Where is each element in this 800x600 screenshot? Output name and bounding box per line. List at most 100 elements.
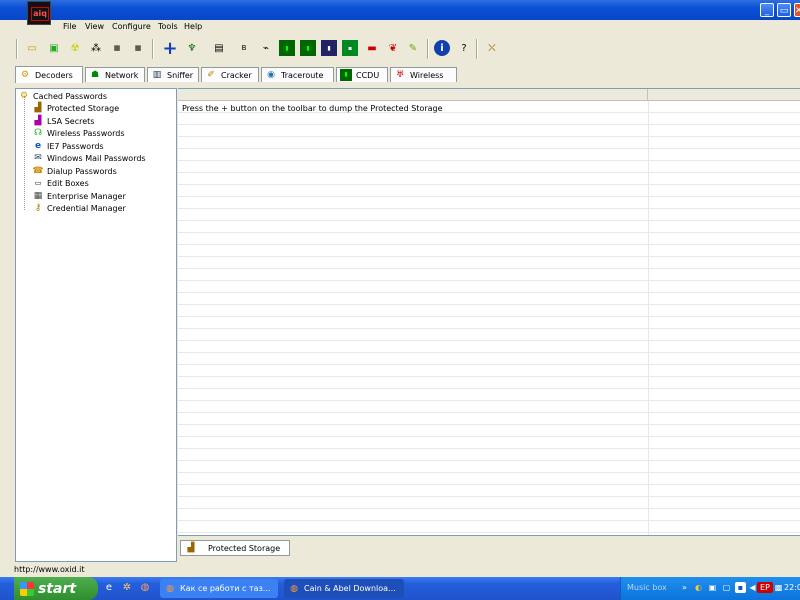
toolbar: ▭ ▣ ☢ ⁂ ▦ ▦ + ♆ ▤ B ⌁ ▮ ▮ ▮ ▪ ▬ ❦ ✎ i ? … (0, 36, 800, 62)
tray-security-icon[interactable]: ▩ (773, 582, 784, 593)
bottom-tab-strip: ▟ Protected Storage (178, 535, 800, 562)
quicklaunch-ie-icon[interactable]: e (102, 581, 116, 595)
tray-language[interactable]: EP (757, 582, 773, 593)
tree-item-label: Cached Passwords (33, 91, 108, 101)
cracker-icon: ✐ (207, 70, 215, 80)
results-list[interactable]: Press the + button on the toolbar to dum… (178, 88, 800, 535)
tray-app-icon[interactable]: ▪ (735, 582, 746, 593)
edit-boxes-icon: ▭ (34, 178, 42, 187)
lsa-icon[interactable]: ▮ (300, 40, 316, 56)
menu-configure[interactable]: Configure (112, 22, 151, 31)
hash-icon-2[interactable]: ▦ (130, 40, 146, 56)
minimize-button[interactable]: _ (760, 3, 774, 17)
tab-cracker[interactable]: ✐ Cracker (201, 67, 259, 82)
start-label: start (38, 580, 77, 597)
taskbar-item-cain[interactable]: ◍ Cain & Abel Downloa... (284, 579, 404, 598)
tab-label: Sniffer (167, 70, 194, 80)
rsa-icon[interactable]: ▮ (279, 40, 295, 56)
tray-monitor-icon[interactable]: ▣ (707, 582, 718, 593)
tree-item-credential-manager[interactable]: ⚷ Credential Manager (32, 202, 126, 214)
tree-item-label: Wireless Passwords (47, 128, 125, 138)
tray-chevron-icon[interactable]: » (679, 582, 690, 593)
traceroute-icon: ◉ (267, 70, 275, 80)
decoder-icon[interactable]: ♆ (184, 40, 200, 56)
tray-display-icon[interactable]: ▢ (721, 582, 732, 593)
credential-manager-icon: ⚷ (34, 202, 42, 213)
tree-item-wireless-passwords[interactable]: ☊ Wireless Passwords (32, 127, 125, 139)
dialup-icon: ☎ (32, 165, 44, 176)
taskbar-item-forum[interactable]: ◍ Как се работи с таз... (160, 579, 278, 598)
column-header-1[interactable] (178, 89, 648, 100)
tab-label: Wireless (410, 70, 444, 80)
vnc-icon[interactable]: ✎ (405, 40, 421, 56)
column-divider (648, 101, 649, 535)
tree-item-edit-boxes[interactable]: ▭ Edit Boxes (32, 177, 89, 189)
tab-label: Traceroute (281, 70, 324, 80)
quicklaunch-media-icon[interactable]: ✲ (120, 581, 134, 595)
column-header-2[interactable] (648, 89, 800, 100)
tab-wireless[interactable]: ♅ Wireless (390, 67, 457, 82)
add-icon[interactable]: + (162, 38, 178, 59)
dll-icon[interactable]: ▤ (211, 40, 227, 56)
hash-icon[interactable]: ▦ (109, 40, 125, 56)
tab-decoders[interactable]: ⚙ Decoders (15, 66, 83, 83)
sniffer-start-icon[interactable]: ▣ (46, 40, 62, 56)
tab-traceroute[interactable]: ◉ Traceroute (261, 67, 334, 82)
status-bar: http://www.oxid.it (0, 563, 800, 576)
close-button[interactable]: ✕ (794, 3, 800, 17)
wireless-passwords-icon: ☊ (34, 127, 42, 138)
sniffer-icon: ▥ (152, 70, 162, 80)
tree-item-label: LSA Secrets (47, 116, 95, 126)
tree-item-lsa-secrets[interactable]: ▟ LSA Secrets (32, 115, 95, 127)
tab-label: Network (105, 70, 139, 80)
maximize-button[interactable]: ▭ (777, 3, 791, 17)
tab-sniffer[interactable]: ▥ Sniffer (147, 67, 199, 82)
app-icon-text: aiq (31, 7, 49, 21)
ie7-icon: e (34, 140, 42, 151)
protected-storage-icon: ▟ (34, 102, 42, 113)
tab-label: Decoders (35, 70, 73, 80)
route-icon[interactable]: ⌁ (258, 40, 274, 56)
help-icon[interactable]: ? (456, 40, 472, 56)
tray-music-box[interactable]: Music box (627, 583, 667, 592)
tab-label: Protected Storage (208, 543, 281, 553)
b64-icon[interactable]: B (236, 40, 252, 56)
tree-item-windows-mail-passwords[interactable]: ✉ Windows Mail Passwords (32, 152, 146, 164)
folder-open-icon[interactable]: ▭ (24, 40, 40, 56)
tree-item-enterprise-manager[interactable]: ▦ Enterprise Manager (32, 190, 126, 202)
network-icon: ☗ (90, 70, 100, 80)
menu-help[interactable]: Help (184, 22, 202, 31)
quicklaunch-firefox-icon[interactable]: ◍ (138, 581, 152, 595)
tree-item-dialup-passwords[interactable]: ☎ Dialup Passwords (32, 165, 116, 177)
tree-item-label: Credential Manager (47, 203, 126, 213)
tree-item-label: Enterprise Manager (47, 191, 126, 201)
info-icon[interactable]: i (434, 40, 450, 56)
start-button[interactable]: start (14, 577, 98, 600)
radioactive-icon[interactable]: ☢ (67, 40, 83, 56)
menu-file[interactable]: File (63, 22, 76, 31)
windows-flag-icon (20, 581, 34, 596)
exit-icon[interactable]: ⛌ (484, 40, 500, 56)
tree-item-protected-storage[interactable]: ▟ Protected Storage (32, 102, 120, 114)
menu-tools[interactable]: Tools (158, 22, 178, 31)
tab-protected-storage[interactable]: ▟ Protected Storage (180, 540, 290, 556)
tab-ccdu[interactable]: ▮ CCDU (336, 67, 388, 82)
clock[interactable]: 22:0 (784, 583, 800, 592)
toolbar-separator-3 (476, 39, 478, 59)
menu-view[interactable]: View (85, 22, 104, 31)
toolbar-separator (152, 39, 154, 59)
tree-item-label: IE7 Passwords (47, 141, 104, 151)
cisco-icon[interactable]: ▬ (364, 40, 380, 56)
tree-item-label: Edit Boxes (47, 178, 89, 188)
tree-item-ie7-passwords[interactable]: e IE7 Passwords (32, 140, 104, 152)
tray-network-icon[interactable]: ◐ (693, 582, 704, 593)
tree-item-label: Windows Mail Passwords (47, 153, 146, 163)
hash-calc-icon[interactable]: ❦ (385, 40, 401, 56)
wifi-icon[interactable]: ▮ (321, 40, 337, 56)
list-header (178, 89, 800, 101)
tree-root-cached-passwords[interactable]: ⚙ Cached Passwords (18, 90, 107, 102)
status-url[interactable]: http://www.oxid.it (14, 565, 85, 574)
tab-network[interactable]: ☗ Network (85, 67, 145, 82)
arp-icon[interactable]: ⁂ (88, 40, 104, 56)
computer-icon[interactable]: ▪ (342, 40, 358, 56)
